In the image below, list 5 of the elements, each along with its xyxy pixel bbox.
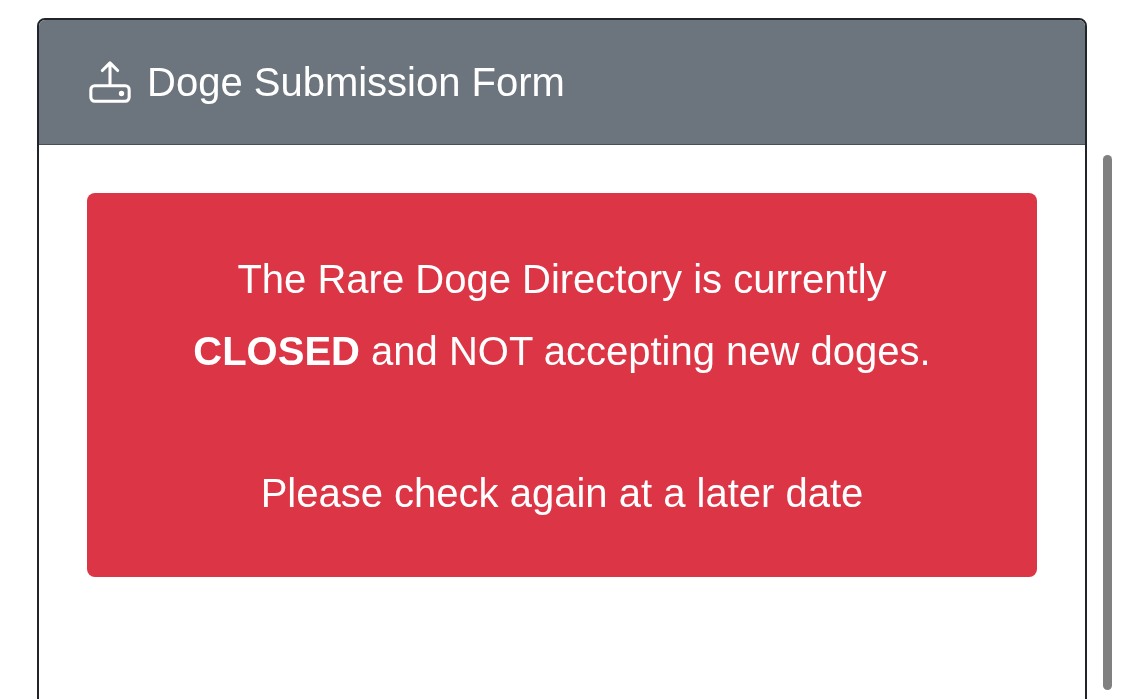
alert-text: Please check again at a later date: [260, 470, 864, 517]
card-title: Doge Submission Form: [147, 59, 565, 105]
scroll-bar[interactable]: [1103, 155, 1112, 690]
upload-icon: [87, 59, 133, 105]
alert-text: The Rare Doge Directory is currently CLOSED and NOT accepting new doges.: [192, 256, 932, 375]
